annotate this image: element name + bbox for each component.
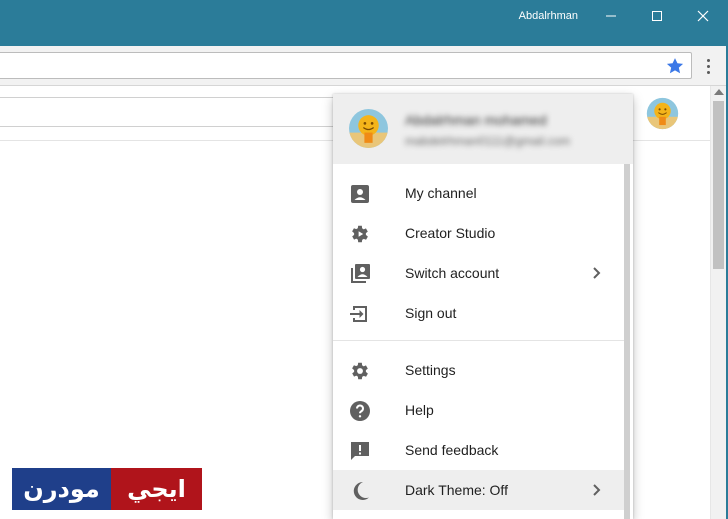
dot-icon xyxy=(706,58,710,62)
maximize-icon xyxy=(652,11,662,21)
browser-menu-button[interactable] xyxy=(700,56,716,76)
account-box-icon xyxy=(349,183,371,205)
menu-item-help[interactable]: Help xyxy=(333,390,624,430)
menu-item-label: Settings xyxy=(405,362,456,378)
chevron-right-icon xyxy=(593,267,601,279)
menu-item-label: My channel xyxy=(405,185,477,201)
scroll-thumb[interactable] xyxy=(713,101,724,269)
account-name: Abdalrhman mohamed xyxy=(405,112,547,128)
address-input[interactable] xyxy=(5,56,645,75)
close-button[interactable] xyxy=(680,0,726,32)
gear-play-icon xyxy=(349,223,371,245)
maximize-button[interactable] xyxy=(634,0,680,32)
menu-item-label: Switch account xyxy=(405,265,500,281)
watermark-right: ايجي xyxy=(111,468,202,510)
sign-out-icon xyxy=(349,303,371,325)
window-titlebar: Abdalrhman xyxy=(0,0,728,46)
gear-icon xyxy=(349,360,371,382)
menu-item-creator-studio[interactable]: Creator Studio xyxy=(333,213,624,253)
menu-item-label: Sign out xyxy=(405,305,457,321)
watermark-logo: مودرن ايجي xyxy=(12,468,202,510)
menu-item-label: Creator Studio xyxy=(405,225,496,241)
menu-divider xyxy=(333,340,624,341)
minimize-icon xyxy=(606,15,616,17)
scroll-up-arrow-icon[interactable] xyxy=(714,89,724,95)
moon-icon xyxy=(349,480,371,502)
menu-item-label: Dark Theme: Off xyxy=(405,482,508,498)
watermark-left: مودرن xyxy=(12,468,111,510)
menu-item-send-feedback[interactable]: Send feedback xyxy=(333,430,624,470)
dot-icon xyxy=(706,70,710,74)
menu-item-sign-out[interactable]: Sign out xyxy=(333,293,624,333)
account-header: Abdalrhman mohamed mabdelrhman0111@gmail… xyxy=(333,94,633,164)
page-scrollbar[interactable] xyxy=(710,86,726,519)
account-avatar xyxy=(349,109,388,148)
menu-item-dark-theme[interactable]: Dark Theme: Off xyxy=(333,470,624,510)
menu-item-label: Help xyxy=(405,402,434,418)
account-menu: Abdalrhman mohamed mabdelrhman0111@gmail… xyxy=(333,94,633,519)
account-email: mabdelrhman0111@gmail.com xyxy=(405,134,571,148)
feedback-icon xyxy=(349,440,371,462)
dot-icon xyxy=(706,64,710,68)
browser-toolbar xyxy=(0,46,728,86)
avatar[interactable] xyxy=(646,97,679,130)
menu-item-settings[interactable]: Settings xyxy=(333,350,624,390)
help-icon xyxy=(349,400,371,422)
switch-account-icon xyxy=(349,263,371,285)
menu-item-my-channel[interactable]: My channel xyxy=(333,173,624,213)
bookmark-star-icon[interactable] xyxy=(665,56,685,76)
close-icon xyxy=(697,10,709,22)
minimize-button[interactable] xyxy=(588,0,634,32)
profile-name[interactable]: Abdalrhman xyxy=(519,10,578,22)
menu-item-label: Send feedback xyxy=(405,442,499,458)
menu-scrollbar[interactable] xyxy=(624,164,630,519)
address-bar[interactable] xyxy=(0,52,692,79)
menu-item-switch-account[interactable]: Switch account xyxy=(333,253,624,293)
chevron-right-icon xyxy=(593,484,601,496)
